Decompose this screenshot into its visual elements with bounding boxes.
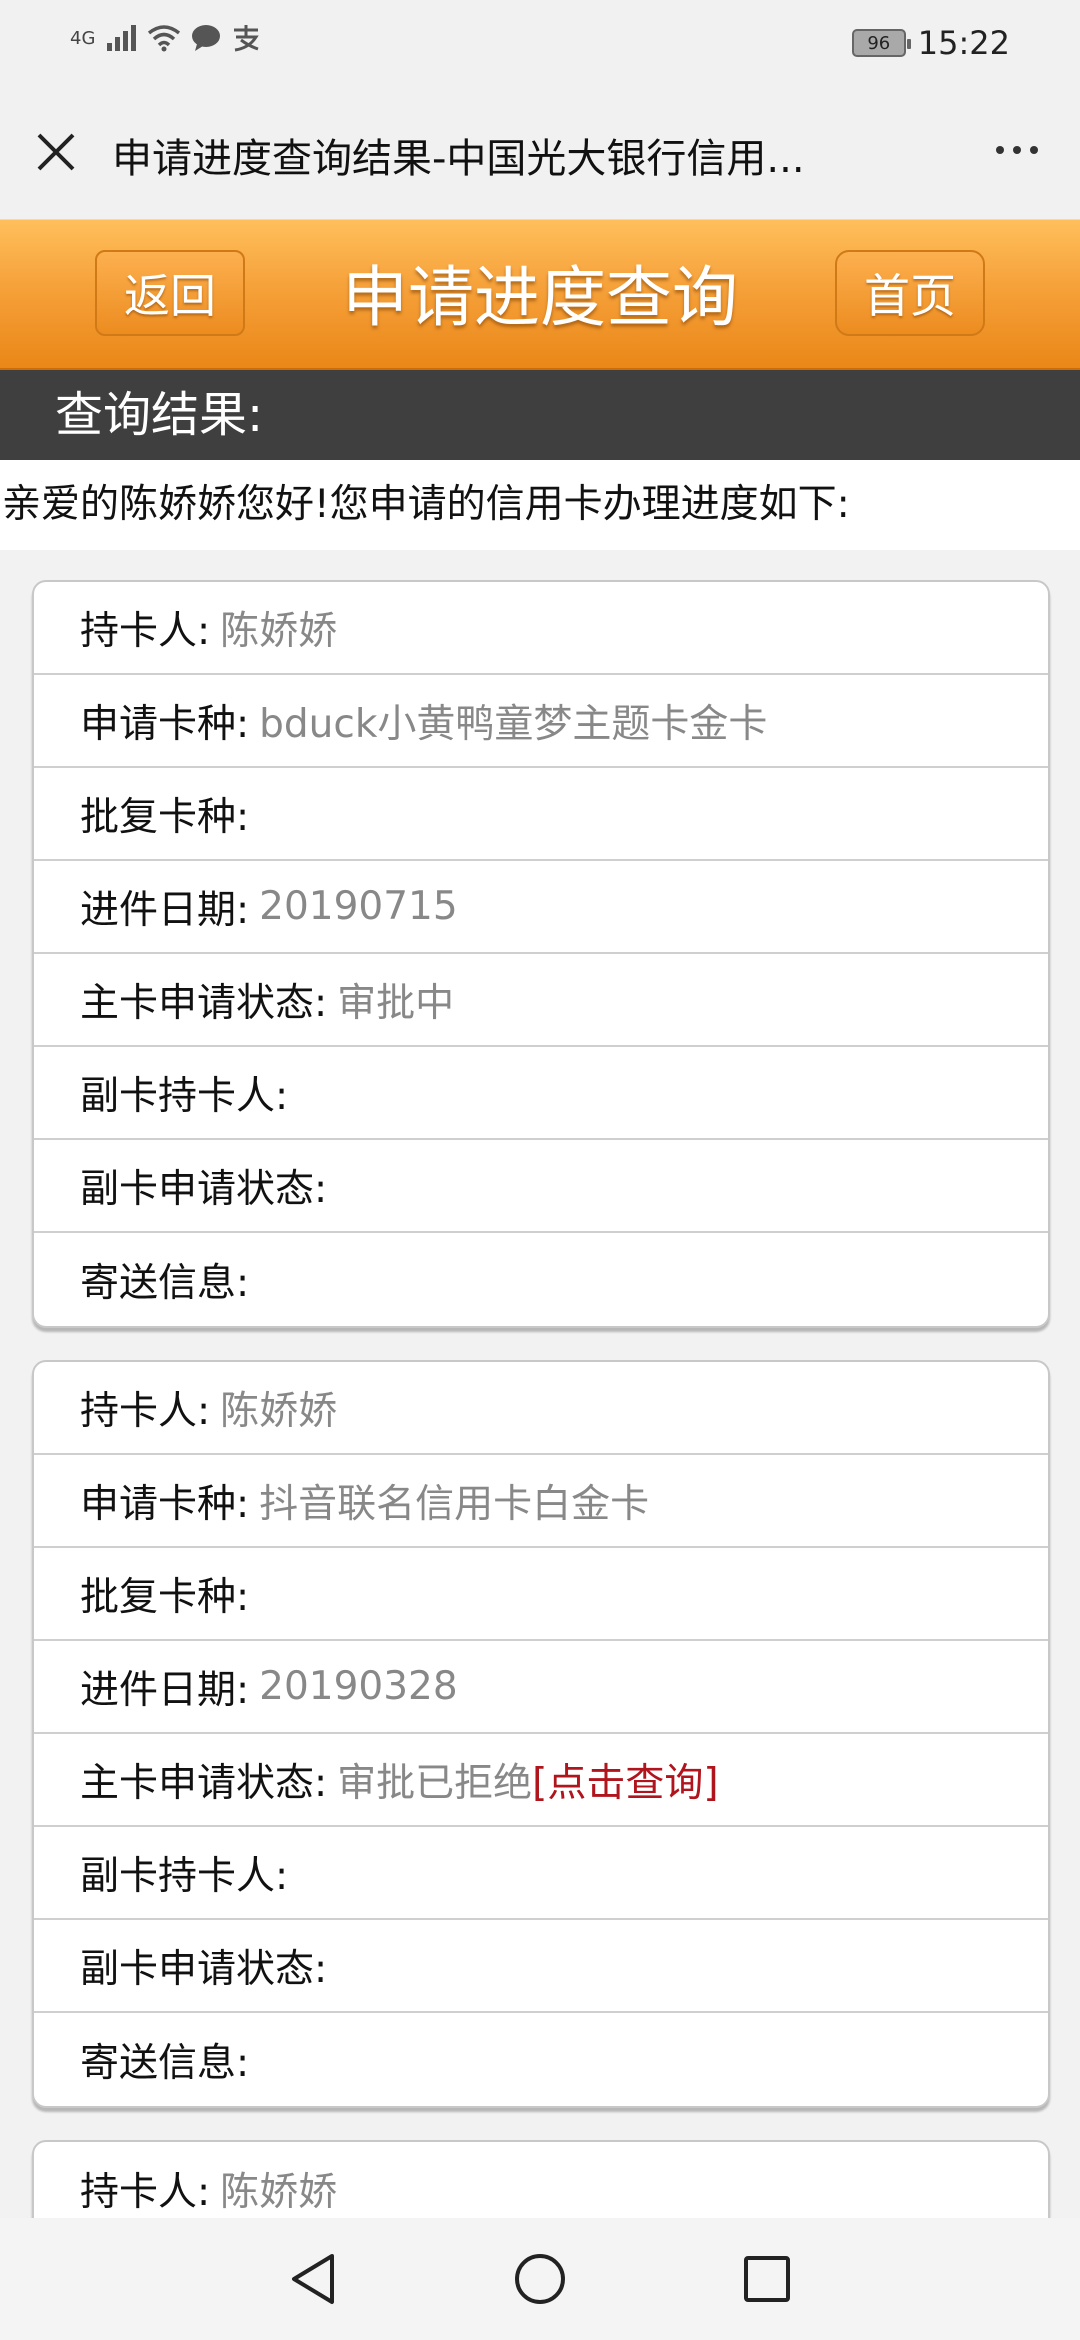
card-row-sub-status: 副卡申请状态: xyxy=(34,1140,1048,1233)
row-value: 审批已拒绝 xyxy=(337,1760,533,1806)
wifi-icon xyxy=(148,25,181,52)
battery-level: 96 xyxy=(867,32,891,54)
row-value: 陈娇娇 xyxy=(220,1388,338,1434)
row-label: 申请卡种: xyxy=(80,701,250,747)
row-label: 主卡申请状态: xyxy=(80,1760,328,1806)
row-label: 寄送信息: xyxy=(80,2040,250,2086)
row-label: 副卡申请状态: xyxy=(80,1946,328,1992)
status-bar: 4G 96 15:22 xyxy=(0,0,1080,90)
row-value: 20190715 xyxy=(259,884,458,929)
card-row-date: 进件日期: 20190715 xyxy=(34,861,1048,954)
more-button[interactable] xyxy=(982,130,1052,170)
row-value: 陈娇娇 xyxy=(220,2169,338,2215)
card-row-mailing: 寄送信息: xyxy=(34,2013,1048,2106)
row-value: 抖音联名信用卡白金卡 xyxy=(259,1481,650,1527)
row-label: 主卡申请状态: xyxy=(80,980,328,1026)
close-icon xyxy=(37,133,75,171)
row-value: 20190328 xyxy=(259,1664,458,1709)
more-icon-dot xyxy=(1030,146,1038,154)
card-row-sub-status: 副卡申请状态: xyxy=(34,1920,1048,2013)
nav-recents-button[interactable] xyxy=(732,2244,802,2314)
row-label: 持卡人: xyxy=(80,1388,211,1434)
row-label: 批复卡种: xyxy=(80,1574,250,1620)
row-label: 副卡持卡人: xyxy=(80,1073,289,1119)
more-icon-dot xyxy=(1013,146,1021,154)
card-row-approved-type: 批复卡种: xyxy=(34,1548,1048,1641)
card-row-sub-holder: 副卡持卡人: xyxy=(34,1827,1048,1920)
network-type: 4G xyxy=(70,27,96,49)
row-label: 持卡人: xyxy=(80,2169,211,2215)
battery-icon: 96 xyxy=(851,29,911,57)
card-row-main-status: 主卡申请状态: 审批中 xyxy=(34,954,1048,1047)
check-details-link[interactable]: [点击查询] xyxy=(532,1752,718,1808)
card-row-card-type: 申请卡种: bduck小黄鸭童梦主题卡金卡 xyxy=(34,675,1048,768)
nav-back-button[interactable] xyxy=(278,2244,348,2314)
row-value: bduck小黄鸭童梦主题卡金卡 xyxy=(259,701,768,747)
card-row-date: 进件日期: 20190328 xyxy=(34,1641,1048,1734)
nav-recents-icon xyxy=(743,2256,790,2302)
app-header: 返回 申请进度查询 首页 xyxy=(0,220,1080,370)
more-icon-dot xyxy=(996,146,1004,154)
row-label: 批复卡种: xyxy=(80,794,250,840)
row-value: 审批中 xyxy=(337,980,455,1026)
alipay-icon xyxy=(234,25,260,52)
card-row-cardholder: 持卡人: 陈娇娇 xyxy=(34,582,1048,675)
nav-home-icon xyxy=(514,2254,565,2304)
card-row-sub-holder: 副卡持卡人: xyxy=(34,1047,1048,1140)
row-label: 申请卡种: xyxy=(80,1481,250,1527)
row-label: 副卡持卡人: xyxy=(80,1853,289,1899)
status-right: 96 15:22 xyxy=(851,24,1010,62)
signal-icon xyxy=(107,25,137,51)
greeting-text: 亲爱的陈娇娇您好!您申请的信用卡办理进度如下: xyxy=(0,460,1080,550)
page-title: 申请进度查询结果-中国光大银行信用... xyxy=(112,136,805,182)
home-button[interactable]: 首页 xyxy=(835,250,985,336)
webview-title-bar: 申请进度查询结果-中国光大银行信用... xyxy=(0,90,1080,220)
section-title: 查询结果: xyxy=(0,370,1080,460)
card-row-approved-type: 批复卡种: xyxy=(34,768,1048,861)
close-button[interactable] xyxy=(30,126,82,178)
row-label: 持卡人: xyxy=(80,608,211,654)
row-value: 陈娇娇 xyxy=(220,608,338,654)
row-label: 进件日期: xyxy=(80,1667,250,1713)
system-nav-bar xyxy=(0,2218,1080,2340)
nav-back-icon xyxy=(292,2254,335,2304)
card-row-cardholder: 持卡人: 陈娇娇 xyxy=(34,1362,1048,1455)
card-row-main-status: 主卡申请状态: 审批已拒绝 [点击查询] xyxy=(34,1734,1048,1827)
row-label: 进件日期: xyxy=(80,887,250,933)
nav-home-button[interactable] xyxy=(505,2244,575,2314)
card-row-card-type: 申请卡种: 抖音联名信用卡白金卡 xyxy=(34,1455,1048,1548)
chat-bubble-icon xyxy=(192,25,221,51)
row-label: 寄送信息: xyxy=(80,1260,250,1306)
application-card: 持卡人: 陈娇娇 申请卡种: 抖音联名信用卡白金卡 批复卡种: 进件日期: 20190… xyxy=(32,1360,1050,2108)
status-time: 15:22 xyxy=(917,24,1010,62)
card-row-mailing: 寄送信息: xyxy=(34,1233,1048,1326)
row-label: 副卡申请状态: xyxy=(80,1166,328,1212)
status-left: 4G xyxy=(70,24,261,52)
application-card: 持卡人: 陈娇娇 申请卡种: bduck小黄鸭童梦主题卡金卡 批复卡种: 进件日期:… xyxy=(32,580,1050,1328)
